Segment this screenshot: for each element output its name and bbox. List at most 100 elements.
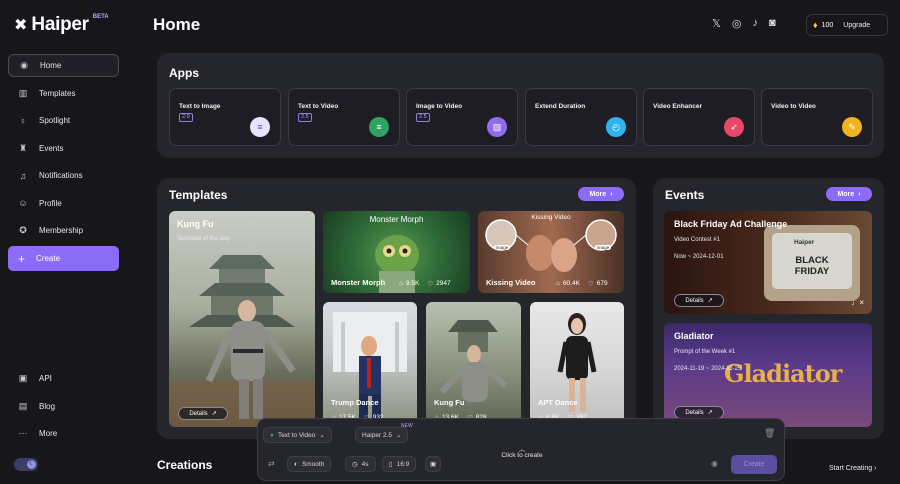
model-select[interactable]: Haiper 2.5 ⌄ (355, 427, 409, 443)
trophy-icon: ♜ (18, 142, 28, 153)
sidebar-item-events[interactable]: ♜ Events (8, 137, 119, 160)
event-card-black-friday[interactable]: Haiper BLACK FRIDAY Black Friday Ad Chal… (664, 211, 872, 314)
sidebar-item-label: Events (39, 143, 64, 153)
details-button[interactable]: Details ↗ (178, 407, 228, 420)
sidebar-item-membership[interactable]: ✪ Membership (8, 219, 119, 242)
details-button[interactable]: Details ↗ (674, 294, 724, 307)
swap-icon[interactable]: ⇄ (268, 459, 275, 468)
app-name: Text to Image (179, 103, 221, 110)
sidebar-item-profile[interactable]: ☺ Profile (8, 192, 119, 215)
uses-icon: ⌂ (399, 280, 403, 287)
discord-icon[interactable]: ◙ (769, 17, 776, 30)
moon-icon: ☾ (27, 460, 36, 469)
arrow-up-right-icon: ↗ (707, 410, 713, 416)
new-badge: NEW (401, 423, 413, 429)
ratio-icon: ▯ (389, 461, 393, 468)
sidebar-item-spotlight[interactable]: ♀ Spotlight (8, 109, 119, 132)
sidebar-item-more[interactable]: ⋯ More (8, 422, 119, 445)
gladiator-art-text: Gladiator (724, 359, 842, 388)
more-label: More (837, 190, 855, 198)
image-sparkle-icon: ≡ (250, 117, 270, 137)
ratio-value: 16:9 (396, 460, 410, 468)
start-creating-label: Start Creating (829, 465, 873, 472)
sidebar-item-notifications[interactable]: ♫ Notifications (8, 164, 119, 187)
details-label: Details (189, 410, 208, 417)
sidebar-item-templates[interactable]: ▥ Templates (8, 82, 119, 105)
lightbulb-icon: ♀ (19, 115, 27, 126)
app-card-video-enhancer[interactable]: Video Enhancer ➶ (643, 88, 755, 146)
events-more-button[interactable]: More › (826, 187, 872, 201)
templates-more-button[interactable]: More › (578, 187, 624, 201)
sidebar-bottom-nav: ▣ API ▤ Blog ⋯ More (8, 367, 119, 450)
click-to-create-label: Click to create (501, 452, 543, 459)
templates-title: Templates (169, 188, 228, 202)
model-value: Haiper 2.5 (362, 431, 392, 439)
app-card-text-to-image[interactable]: Text to Image 2.0 ≡ (169, 88, 281, 146)
create-button[interactable]: + Create (8, 246, 119, 271)
duration-select[interactable]: ◷ 4s (345, 456, 376, 472)
video-mode-icon: ● (270, 431, 274, 439)
app-card-text-to-video[interactable]: Text to Video 2.5 ≡ (288, 88, 400, 146)
tv-screen-text: BLACK FRIDAY (794, 255, 830, 277)
eye-icon[interactable]: ◉ (711, 459, 718, 468)
chevron-right-icon: › (858, 190, 861, 198)
instagram-icon[interactable]: ◎ (732, 17, 742, 30)
template-name: Kissing Video (486, 278, 536, 287)
gem-icon: ♦ (813, 20, 818, 30)
sidebar-item-home[interactable]: ◉ Home (8, 54, 119, 77)
template-subtitle: Template of the day (177, 236, 230, 242)
style-select[interactable]: ◐ Smooth (287, 456, 332, 472)
heart-icon: ♡ (427, 281, 434, 288)
theme-toggle[interactable]: ☾ (14, 458, 38, 471)
likes-count: 2947 (436, 280, 451, 287)
sidebar-item-label: Profile (39, 198, 62, 208)
bell-icon: ♫ (19, 170, 27, 181)
composer-create-button[interactable]: Create (731, 455, 777, 474)
event-card-gladiator[interactable]: Gladiator Gladiator Prompt of the Week #… (664, 323, 872, 427)
start-creating-link[interactable]: Start Creating › (829, 465, 876, 472)
upgrade-button[interactable]: Upgrade (843, 22, 870, 29)
app-name: Video Enhancer (653, 103, 703, 110)
template-overlay-title: Kissing Video (531, 214, 571, 221)
trash-icon[interactable]: 🗑 (764, 428, 775, 439)
image-tag-left: image (494, 245, 511, 250)
tv-screen-brand: Haiper (794, 239, 815, 246)
template-name: Kung Fu (177, 219, 214, 229)
mode-select[interactable]: ● Text to Video ⌄ (263, 427, 332, 443)
apt-dance-art (557, 313, 597, 412)
tiktok-icon[interactable]: ♪ (752, 17, 758, 30)
pen-icon: ✎ (842, 117, 862, 137)
compass-icon: ◉ (20, 60, 28, 70)
event-subtitle: Video Contest #1 (674, 237, 720, 243)
ratio-select[interactable]: ▯ 16:9 (382, 456, 417, 472)
sidebar-item-label: Membership (39, 226, 84, 235)
image-tag-right: image (595, 245, 612, 250)
click-to-create[interactable]: ︿ Click to create (487, 446, 557, 459)
app-card-video-to-video[interactable]: Video to Video ✎ (761, 88, 873, 146)
template-featured-card[interactable]: Kung Fu Template of the day Details ↗ (169, 211, 315, 427)
template-card-apt-dance[interactable]: APT Dance ⌂6.8K ♡397 (530, 302, 624, 427)
template-card-trump-dance[interactable]: Trump Dance ⌂17.5K ♡932 (323, 302, 417, 427)
x-twitter-icon[interactable]: 𝕏 (712, 17, 721, 30)
sidebar-item-api[interactable]: ▣ API (8, 367, 119, 390)
sidebar-nav: ◉ Home ▥ Templates ♀ Spotlight ♜ Events … (8, 54, 119, 247)
template-card-monster-morph[interactable]: Monster Morph Monster Morph ⌂ 9.5K ♡ 2947 (323, 211, 470, 293)
uses-count: 9.5K (405, 280, 420, 287)
template-card-kissing-video[interactable]: Kissing Video image image Kissing Video … (478, 211, 624, 293)
app-card-image-to-video[interactable]: Image to Video 2.5 ▨ (406, 88, 518, 146)
credits-box[interactable]: ♦ 100 Upgrade (806, 14, 888, 36)
app-card-extend-duration[interactable]: Extend Duration ◴ (525, 88, 637, 146)
settings-button[interactable]: ▣ (425, 456, 442, 472)
clock-icon: ◷ (352, 461, 358, 468)
timer-icon: ◴ (606, 117, 626, 137)
sidebar-item-label: Notifications (39, 171, 83, 180)
app-name: Image to Video (416, 103, 463, 110)
logo[interactable]: ✖ Haiper BETA (14, 14, 109, 36)
details-label: Details (685, 409, 704, 416)
blog-icon: ▤ (18, 400, 28, 411)
sidebar-item-blog[interactable]: ▤ Blog (8, 395, 119, 418)
template-overlay-title: Monster Morph (369, 215, 424, 224)
mute-icon[interactable]: ♩× (851, 298, 864, 307)
api-icon: ▣ (18, 373, 28, 383)
template-card-kung-fu[interactable]: Kung Fu ⌂13.6K ♡828 (426, 302, 521, 427)
